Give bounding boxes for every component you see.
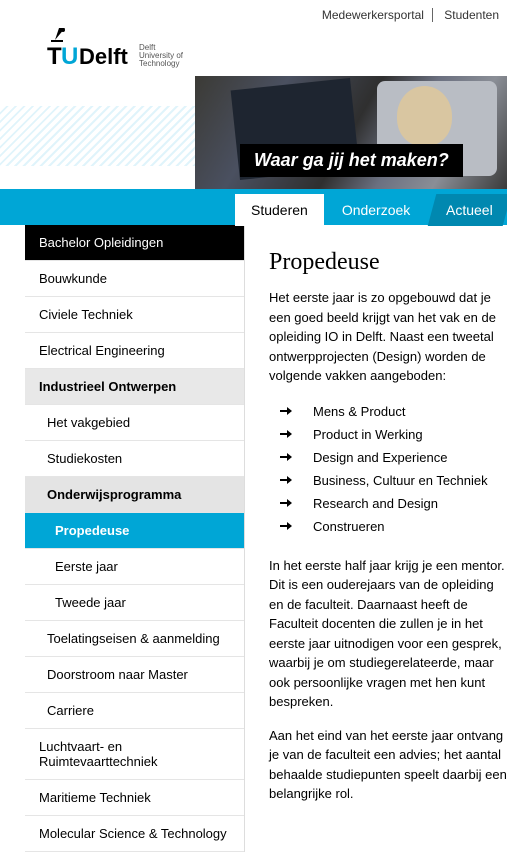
course-item[interactable]: Research and Design — [269, 492, 507, 515]
sidebar-item-industrieel[interactable]: Industrieel Ontwerpen — [25, 369, 244, 405]
main-content: Propedeuse Het eerste jaar is zo opgebou… — [245, 225, 507, 852]
hero-caption: Waar ga jij het maken? — [240, 144, 463, 177]
svg-text:U: U — [61, 43, 78, 68]
sidebar-sub-studiekosten[interactable]: Studiekosten — [25, 441, 244, 477]
arrow-right-icon — [277, 404, 295, 418]
tab-onderzoek[interactable]: Onderzoek — [328, 194, 424, 226]
arrow-right-icon — [277, 473, 295, 487]
sidebar-item-luchtvaart[interactable]: Luchtvaart- en Ruimtevaarttechniek — [25, 729, 244, 780]
course-item[interactable]: Product in Werking — [269, 423, 507, 446]
arrow-right-icon — [277, 519, 295, 533]
sidebar-sub-onderwijs[interactable]: Onderwijsprogramma — [25, 477, 244, 513]
sidebar-sub-carriere[interactable]: Carriere — [25, 693, 244, 729]
sidebar-header[interactable]: Bachelor Opleidingen — [25, 225, 244, 261]
course-label: Research and Design — [313, 496, 438, 511]
course-item[interactable]: Mens & Product — [269, 400, 507, 423]
sidebar-nav: Bachelor Opleidingen Bouwkunde Civiele T… — [25, 225, 245, 852]
course-item[interactable]: Construeren — [269, 515, 507, 538]
sidebar-sub-toelatings[interactable]: Toelatingseisen & aanmelding — [25, 621, 244, 657]
page-title: Propedeuse — [269, 249, 507, 276]
sidebar-item-electrical[interactable]: Electrical Engineering — [25, 333, 244, 369]
course-label: Mens & Product — [313, 404, 406, 419]
sidebar-sub-eerste[interactable]: Eerste jaar — [25, 549, 244, 585]
studenten-link[interactable]: Studenten — [436, 8, 507, 22]
sidebar-item-bouwkunde[interactable]: Bouwkunde — [25, 261, 244, 297]
sidebar-item-maritieme[interactable]: Maritieme Techniek — [25, 780, 244, 816]
sidebar-item-civiele[interactable]: Civiele Techniek — [25, 297, 244, 333]
paragraph-2: In het eerste half jaar krijg je een men… — [269, 556, 507, 712]
tudelft-logo[interactable]: T U Delft Delft University of Technology — [25, 26, 185, 68]
main-nav: Studeren Onderzoek Actueel — [0, 189, 507, 225]
tab-actueel[interactable]: Actueel — [428, 194, 507, 226]
course-label: Business, Cultuur en Techniek — [313, 473, 488, 488]
intro-paragraph: Het eerste jaar is zo opgebouwd dat je e… — [269, 288, 507, 386]
content-area: Bachelor Opleidingen Bouwkunde Civiele T… — [0, 225, 507, 852]
sidebar-sub-propedeuse[interactable]: Propedeuse — [25, 513, 244, 549]
svg-text:Delft: Delft — [79, 44, 129, 68]
paragraph-3: Aan het eind van het eerste jaar ontvang… — [269, 726, 507, 804]
svg-text:Technology: Technology — [139, 59, 179, 68]
hero-banner: Waar ga jij het maken? — [195, 76, 507, 189]
arrow-right-icon — [277, 427, 295, 441]
sidebar-sub-tweede[interactable]: Tweede jaar — [25, 585, 244, 621]
medewerkers-link[interactable]: Medewerkersportal — [314, 8, 433, 22]
course-label: Design and Experience — [313, 450, 447, 465]
svg-text:T: T — [47, 43, 62, 68]
tab-studeren[interactable]: Studeren — [235, 194, 324, 226]
hero-wrap: Waar ga jij het maken? — [0, 76, 507, 189]
sidebar-sub-vakgebied[interactable]: Het vakgebied — [25, 405, 244, 441]
course-item[interactable]: Design and Experience — [269, 446, 507, 469]
sidebar-sub-doorstroom[interactable]: Doorstroom naar Master — [25, 657, 244, 693]
course-list: Mens & Product Product in Werking Design a… — [269, 400, 507, 538]
header: T U Delft Delft University of Technology — [0, 26, 507, 76]
diagonal-stripes — [0, 106, 195, 166]
arrow-right-icon — [277, 450, 295, 464]
top-links-bar: Medewerkersportal Studenten — [0, 0, 507, 26]
course-item[interactable]: Business, Cultuur en Techniek — [269, 469, 507, 492]
course-label: Construeren — [313, 519, 385, 534]
course-label: Product in Werking — [313, 427, 423, 442]
sidebar-item-molecular[interactable]: Molecular Science & Technology — [25, 816, 244, 852]
arrow-right-icon — [277, 496, 295, 510]
